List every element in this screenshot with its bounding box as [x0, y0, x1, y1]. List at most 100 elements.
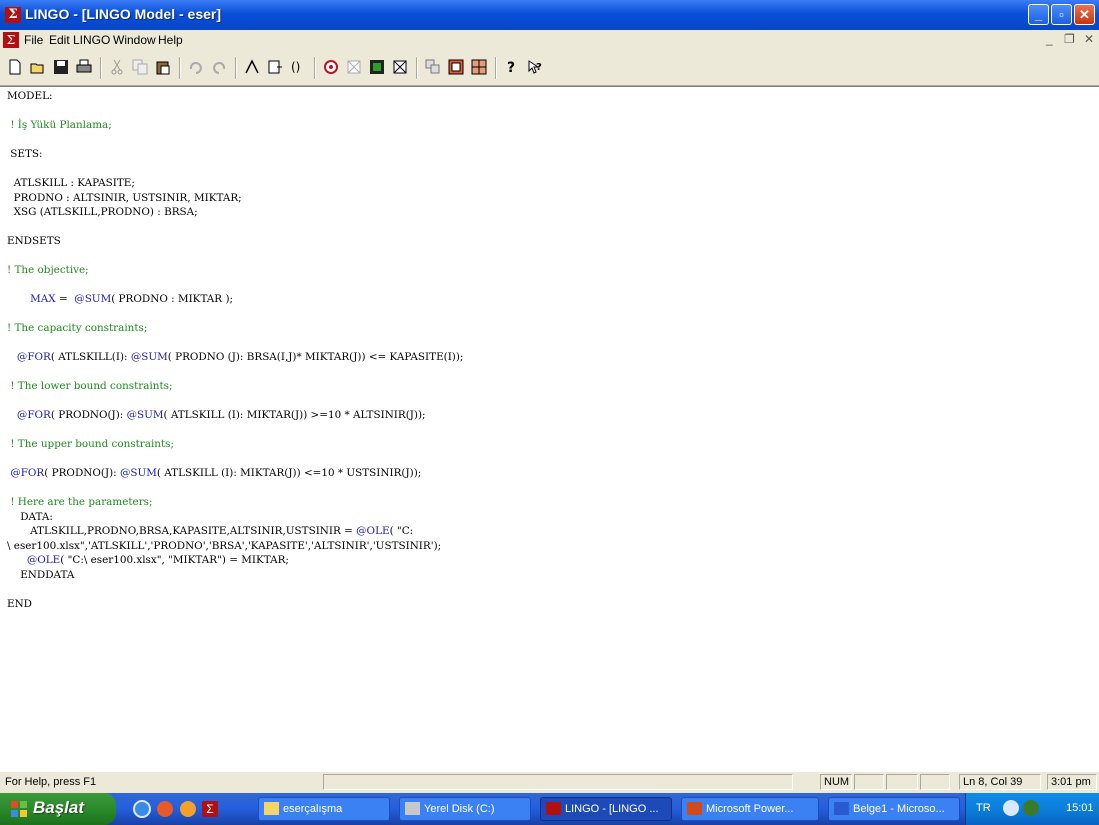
- new-icon[interactable]: [4, 56, 26, 78]
- code-keyword: @OLE: [356, 525, 390, 537]
- task-lingo[interactable]: LINGO - [LINGO ...: [540, 797, 672, 821]
- menu-file[interactable]: File: [24, 33, 43, 47]
- open-icon[interactable]: [27, 56, 49, 78]
- lingo-quicklaunch-icon[interactable]: Σ: [202, 801, 218, 817]
- code-text: =: [55, 293, 75, 305]
- status-time: 3:01 pm: [1047, 774, 1097, 790]
- help-icon[interactable]: ?: [501, 56, 523, 78]
- options-icon[interactable]: [468, 56, 490, 78]
- code-line: PRODNO : ALTSINIR, USTSINIR, MIKTAR;: [7, 192, 242, 204]
- code-line: ATLSKILL,PRODNO,BRSA,KAPASITE,ALTSINIR,U…: [7, 525, 413, 537]
- code-comment: ! The upper bound constraints;: [10, 438, 174, 450]
- folder-icon: [264, 802, 279, 815]
- code-line: \ eser100.xlsx",'ATLSKILL','PRODNO','BRS…: [7, 540, 441, 552]
- save-icon[interactable]: [50, 56, 72, 78]
- code-text: XSG (ATLSKILL,PRODNO) : BRSA;: [7, 206, 198, 218]
- task-eserçalışma[interactable]: eserçalışma: [258, 797, 390, 821]
- code-text: ENDSETS: [7, 235, 61, 247]
- word-icon: [834, 802, 849, 815]
- quicklaunch-app-icon[interactable]: [180, 801, 196, 817]
- menu-lingo[interactable]: LINGO: [73, 33, 110, 47]
- task-label: Yerel Disk (C:): [424, 803, 495, 815]
- code-text: PRODNO : ALTSINIR, USTSINIR, MIKTAR;: [7, 191, 242, 204]
- task-powerpoint[interactable]: Microsoft Power...: [681, 797, 819, 821]
- status-panel-blank: [854, 774, 884, 790]
- code-keyword: @SUM: [126, 409, 164, 421]
- maximize-button[interactable]: ▫: [1051, 4, 1072, 25]
- help-hint: For Help, press F1: [5, 776, 97, 788]
- start-button[interactable]: Başlat: [0, 793, 116, 825]
- send-to-back-icon[interactable]: [389, 56, 411, 78]
- code-keyword: @SUM: [130, 351, 168, 363]
- code-text: ( "C:\ eser100.xlsx", "MIKTAR") = MIKTAR…: [60, 554, 289, 566]
- code-line: MAX = @SUM( PRODNO : MIKTAR );: [7, 293, 233, 305]
- menu-window[interactable]: Window: [113, 33, 156, 47]
- mdi-restore-icon[interactable]: ❐: [1064, 32, 1075, 46]
- language-indicator[interactable]: TR: [976, 802, 991, 814]
- internet-explorer-icon[interactable]: [133, 800, 151, 818]
- mdi-minimize-icon[interactable]: _: [1046, 32, 1053, 46]
- code-text: ( ATLSKILL(I):: [50, 351, 131, 363]
- context-help-icon[interactable]: ?: [524, 56, 546, 78]
- paste-icon[interactable]: [152, 56, 174, 78]
- document-icon[interactable]: Σ: [3, 32, 19, 48]
- lingo-app-icon[interactable]: Σ: [5, 7, 21, 23]
- task-label: eserçalışma: [283, 803, 343, 815]
- code-text: ( PRODNO (J): BRSA(I,J)* MIKTAR(J)) <= K…: [167, 351, 464, 363]
- code-keyword: @OLE: [26, 554, 61, 566]
- close-all-icon[interactable]: [422, 56, 444, 78]
- match-parenthesis-icon[interactable]: (): [287, 56, 309, 78]
- powerpoint-icon: [687, 802, 702, 815]
- task-word[interactable]: Belge1 - Microso...: [828, 797, 960, 821]
- code-keyword: @SUM: [119, 467, 157, 479]
- tile-icon[interactable]: [445, 56, 467, 78]
- cut-icon[interactable]: [106, 56, 128, 78]
- code-comment: ! The objective;: [7, 264, 89, 276]
- code-text: ATLSKILL,PRODNO,BRSA,KAPASITE,ALTSINIR,U…: [7, 525, 357, 537]
- minimize-button[interactable]: _: [1028, 4, 1049, 25]
- code-text: ( "C:: [389, 525, 414, 537]
- code-text: DATA:: [7, 510, 53, 523]
- tray-expand-icon[interactable]: [1003, 800, 1019, 816]
- code-keyword: MAX: [30, 293, 56, 305]
- code-keyword: @SUM: [74, 293, 112, 305]
- solve-icon[interactable]: [320, 56, 342, 78]
- code-line: ! The objective;: [7, 264, 89, 276]
- svg-text:?: ?: [536, 62, 542, 73]
- code-keyword: @FOR: [16, 409, 51, 421]
- copy-icon[interactable]: [129, 56, 151, 78]
- code-text: ( PRODNO : MIKTAR );: [111, 293, 233, 305]
- code-line: END: [7, 598, 32, 610]
- matrix-picture-icon[interactable]: [366, 56, 388, 78]
- model-code[interactable]: MODEL: ! İş Yükü Planlama; SETS: ATLSKIL…: [7, 89, 463, 611]
- model-editor[interactable]: MODEL: ! İş Yükü Planlama; SETS: ATLSKIL…: [0, 86, 1099, 773]
- undo-icon[interactable]: [185, 56, 207, 78]
- solution-icon[interactable]: [343, 56, 365, 78]
- find-icon[interactable]: [241, 56, 263, 78]
- code-text: ( ATLSKILL (I): MIKTAR(J)) >=10 * ALTSIN…: [163, 409, 426, 421]
- media-player-icon[interactable]: [157, 801, 173, 817]
- code-comment: ! The lower bound constraints;: [10, 380, 173, 392]
- tray-app-icon[interactable]: [1023, 800, 1039, 816]
- code-line: ! The lower bound constraints;: [7, 380, 172, 392]
- goto-line-icon[interactable]: [264, 56, 286, 78]
- taskbar: Başlat Σ eserçalışma Yerel Disk (C:) LIN…: [0, 793, 1099, 825]
- menu-edit[interactable]: Edit: [49, 33, 70, 47]
- code-text: ( PRODNO(J):: [44, 467, 120, 479]
- menu-help[interactable]: Help: [158, 33, 183, 47]
- task-label: LINGO - [LINGO ...: [565, 803, 659, 815]
- mdi-close-icon[interactable]: ✕: [1084, 32, 1094, 46]
- status-panel-blank: [886, 774, 918, 790]
- task-yerel-disk[interactable]: Yerel Disk (C:): [399, 797, 531, 821]
- title-bar[interactable]: Σ LINGO - [LINGO Model - eser] _ ▫ ✕: [0, 0, 1099, 30]
- cursor-position: Ln 8, Col 39: [959, 774, 1041, 790]
- close-button[interactable]: ✕: [1074, 4, 1095, 25]
- status-panel-empty: [323, 774, 793, 790]
- print-icon[interactable]: [73, 56, 95, 78]
- redo-icon[interactable]: [208, 56, 230, 78]
- lingo-icon: [546, 802, 561, 815]
- code-keyword: @FOR: [16, 351, 51, 363]
- code-line: XSG (ATLSKILL,PRODNO) : BRSA;: [7, 206, 198, 218]
